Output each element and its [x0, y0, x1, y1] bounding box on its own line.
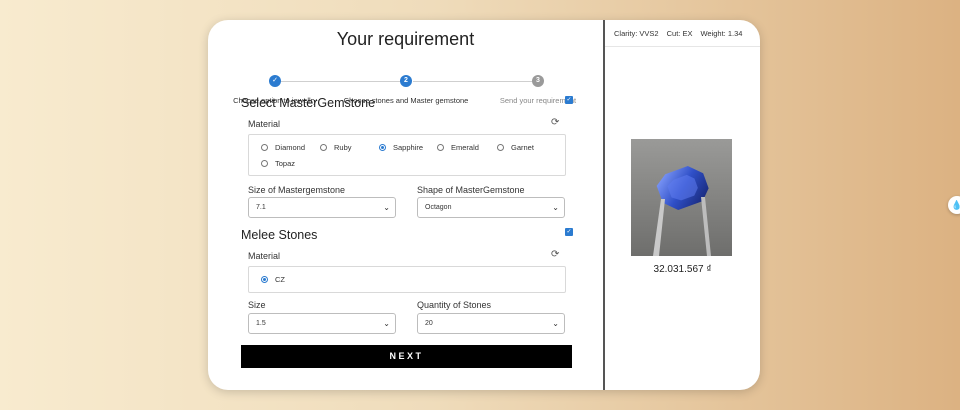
- master-reset-icon[interactable]: ⟳: [551, 117, 559, 128]
- melee-size-label: Size: [248, 300, 266, 310]
- melee-quantity-label: Quantity of Stones: [417, 300, 492, 310]
- radio-topaz[interactable]: [261, 160, 268, 167]
- material-option-ruby[interactable]: Ruby: [320, 143, 352, 152]
- weight-value: Weight: 1.34: [700, 28, 743, 38]
- chevron-down-icon: ⌄: [383, 203, 390, 212]
- master-material-label: Material: [248, 119, 281, 129]
- clarity-value: Clarity: VVS2: [614, 28, 659, 38]
- master-size-label: Size of Mastergemstone: [248, 185, 346, 195]
- radio-sapphire[interactable]: [379, 144, 386, 151]
- material-option-garnet[interactable]: Garnet: [497, 143, 534, 152]
- material-option-diamond[interactable]: Diamond: [261, 143, 305, 152]
- master-size-select[interactable]: 7.1 ⌄: [248, 197, 396, 218]
- radio-garnet[interactable]: [497, 144, 504, 151]
- requirement-form: Your requirement ✓ 2 3 Choose option to …: [208, 20, 605, 390]
- product-preview: Clarity: VVS2 Cut: EX Weight: 1.34 32.03…: [605, 20, 760, 390]
- requirement-card: Your requirement ✓ 2 3 Choose option to …: [208, 20, 760, 390]
- melee-material-options: CZ: [248, 266, 566, 293]
- gemstone-specs: Clarity: VVS2 Cut: EX Weight: 1.34: [605, 20, 760, 47]
- master-gemstone-checkbox[interactable]: ✓: [565, 96, 573, 104]
- next-button[interactable]: NEXT: [241, 345, 572, 368]
- radio-ruby[interactable]: [320, 144, 327, 151]
- melee-stones-title: Melee Stones: [241, 228, 318, 242]
- page-title: Your requirement: [336, 29, 475, 49]
- step-connector: [280, 81, 408, 82]
- material-option-emerald[interactable]: Emerald: [437, 143, 479, 152]
- chevron-down-icon: ⌄: [383, 319, 390, 328]
- material-option-topaz[interactable]: Topaz: [261, 159, 295, 168]
- cut-value: Cut: EX: [666, 28, 693, 38]
- melee-material-label: Material: [248, 251, 281, 261]
- floating-widget-icon[interactable]: 💧: [948, 196, 960, 214]
- master-material-options: Diamond Ruby Sapphire Emerald Garnet Top…: [248, 134, 566, 176]
- master-shape-label: Shape of MasterGemstone: [417, 185, 525, 195]
- step-connector: [413, 81, 539, 82]
- master-gemstone-title: Select MasterGemstone: [241, 96, 376, 110]
- radio-diamond[interactable]: [261, 144, 268, 151]
- radio-cz[interactable]: [261, 276, 268, 283]
- material-option-cz[interactable]: CZ: [261, 275, 285, 284]
- step-3-indicator: 3: [532, 75, 544, 87]
- melee-reset-icon[interactable]: ⟳: [551, 249, 559, 260]
- melee-size-select[interactable]: 1.5 ⌄: [248, 313, 396, 334]
- melee-quantity-select[interactable]: 20 ⌄: [417, 313, 565, 334]
- material-option-sapphire[interactable]: Sapphire: [379, 143, 423, 152]
- price-label: 32.031.567 ₫: [653, 264, 712, 275]
- chevron-down-icon: ⌄: [552, 203, 559, 212]
- step-2-indicator: 2: [400, 75, 412, 87]
- master-shape-select[interactable]: Octagon ⌄: [417, 197, 565, 218]
- gemstone-image: [631, 139, 732, 256]
- melee-stones-checkbox[interactable]: ✓: [565, 228, 573, 236]
- step-1-check-icon: ✓: [269, 75, 281, 87]
- chevron-down-icon: ⌄: [552, 319, 559, 328]
- radio-emerald[interactable]: [437, 144, 444, 151]
